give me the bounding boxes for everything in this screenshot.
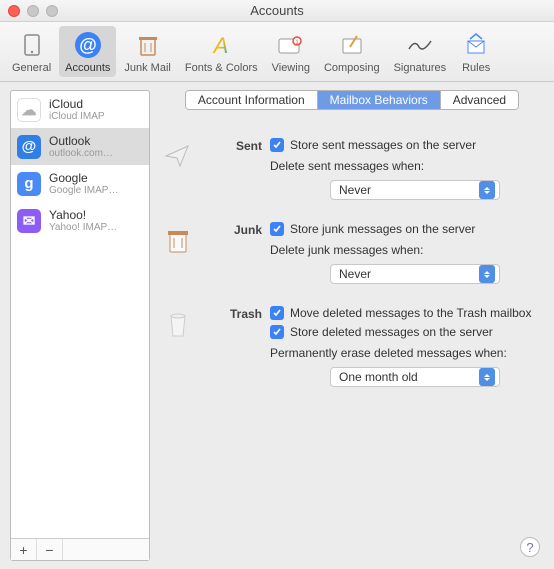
signatures-icon — [404, 29, 436, 61]
account-name: Outlook — [49, 134, 113, 148]
account-sub: iCloud IMAP — [49, 111, 105, 122]
toolbar-composing[interactable]: Composing — [318, 26, 386, 77]
account-yahoo[interactable]: ✉ Yahoo! Yahoo! IMAP… — [11, 202, 149, 239]
add-account-button[interactable]: + — [11, 539, 37, 560]
mail-icon: ✉ — [17, 209, 41, 233]
svg-text:A: A — [212, 33, 229, 58]
sent-row: Sent Store sent messages on the server D… — [160, 138, 536, 200]
tab-advanced[interactable]: Advanced — [441, 91, 518, 109]
main-panel: Account Information Mailbox Behaviors Ad… — [160, 90, 544, 561]
accounts-list: ☁ iCloud iCloud IMAP @ Outlook outlook.c… — [11, 91, 149, 538]
general-icon — [16, 29, 48, 61]
chevron-updown-icon — [479, 368, 495, 386]
toolbar-general[interactable]: General — [6, 26, 57, 77]
sent-label: Sent — [196, 138, 270, 200]
trash-store-label: Store deleted messages on the server — [290, 325, 493, 339]
behaviors-panel: Drafts Drafts Store draft messages on th… — [160, 118, 544, 561]
account-name: Google — [49, 171, 118, 185]
trash-move-checkbox[interactable] — [270, 306, 284, 320]
tab-mailbox-behaviors[interactable]: Mailbox Behaviors — [318, 91, 441, 109]
toolbar-accounts[interactable]: @ Accounts — [59, 26, 116, 77]
trash-label: Trash — [196, 306, 270, 387]
chevron-updown-icon — [479, 181, 495, 199]
at-icon: @ — [17, 135, 41, 159]
trash-icon — [160, 306, 196, 342]
trash-erase-label: Permanently erase deleted messages when: — [270, 346, 536, 360]
junk-delete-select[interactable]: Never — [330, 264, 500, 284]
trash-store-checkbox[interactable] — [270, 325, 284, 339]
toolbar-viewing[interactable]: 1 Viewing — [266, 26, 316, 77]
help-button[interactable]: ? — [520, 537, 540, 557]
fonts-colors-icon: A — [205, 29, 237, 61]
account-outlook[interactable]: @ Outlook outlook.com… — [11, 128, 149, 165]
accounts-icon: @ — [72, 29, 104, 61]
content-area: ☁ iCloud iCloud IMAP @ Outlook outlook.c… — [0, 82, 554, 569]
accounts-sidebar: ☁ iCloud iCloud IMAP @ Outlook outlook.c… — [10, 90, 150, 561]
cloud-icon: ☁ — [17, 98, 41, 122]
account-name: iCloud — [49, 97, 105, 111]
account-sub: Google IMAP… — [49, 185, 118, 196]
trash-move-label: Move deleted messages to the Trash mailb… — [290, 306, 531, 320]
composing-icon — [336, 29, 368, 61]
viewing-icon: 1 — [275, 29, 307, 61]
junk-icon — [160, 222, 196, 258]
junk-store-label: Store junk messages on the server — [290, 222, 475, 236]
tab-account-information[interactable]: Account Information — [186, 91, 318, 109]
junk-store-checkbox[interactable] — [270, 222, 284, 236]
sent-store-checkbox[interactable] — [270, 138, 284, 152]
account-sub: outlook.com… — [49, 148, 113, 159]
chevron-updown-icon — [479, 265, 495, 283]
titlebar: Accounts — [0, 0, 554, 22]
sidebar-footer: + − — [11, 538, 149, 560]
tab-segmented-control: Account Information Mailbox Behaviors Ad… — [160, 90, 544, 110]
account-icloud[interactable]: ☁ iCloud iCloud IMAP — [11, 91, 149, 128]
google-icon: g — [17, 172, 41, 196]
account-google[interactable]: g Google Google IMAP… — [11, 165, 149, 202]
junk-label: Junk — [196, 222, 270, 284]
account-sub: Yahoo! IMAP… — [49, 222, 117, 233]
junk-row: Junk Store junk messages on the server D… — [160, 222, 536, 284]
toolbar-fonts-colors[interactable]: A Fonts & Colors — [179, 26, 264, 77]
window-title: Accounts — [0, 3, 554, 18]
toolbar-signatures[interactable]: Signatures — [388, 26, 453, 77]
preferences-window: Accounts General @ Accounts Junk Mail A … — [0, 0, 554, 569]
account-name: Yahoo! — [49, 208, 117, 222]
toolbar: General @ Accounts Junk Mail A Fonts & C… — [0, 22, 554, 82]
sent-delete-label: Delete sent messages when: — [270, 159, 536, 173]
sent-delete-select[interactable]: Never — [330, 180, 500, 200]
trash-erase-select[interactable]: One month old — [330, 367, 500, 387]
sent-icon — [160, 138, 196, 174]
svg-text:@: @ — [79, 35, 97, 55]
trash-row: Trash Move deleted messages to the Trash… — [160, 306, 536, 387]
junk-delete-label: Delete junk messages when: — [270, 243, 536, 257]
rules-icon — [460, 29, 492, 61]
toolbar-junk-mail[interactable]: Junk Mail — [118, 26, 176, 77]
toolbar-rules[interactable]: Rules — [454, 26, 498, 77]
sent-store-label: Store sent messages on the server — [290, 138, 476, 152]
junk-mail-icon — [132, 29, 164, 61]
remove-account-button[interactable]: − — [37, 539, 63, 560]
